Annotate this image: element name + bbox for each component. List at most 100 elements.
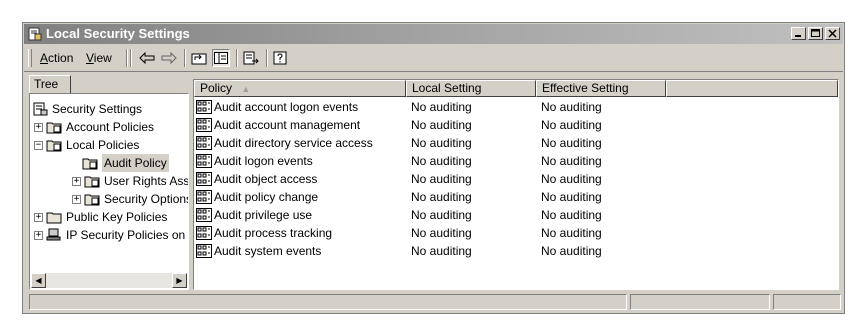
tree-item-label: IP Security Policies on Local Machine (66, 228, 188, 242)
show-hide-tree-button[interactable] (212, 49, 230, 67)
back-arrow-icon (139, 52, 155, 64)
export-list-button[interactable] (242, 49, 260, 67)
tree-item-security-settings[interactable]: Security Settings (32, 100, 142, 118)
table-row[interactable]: Audit account logon events No auditing No … (194, 98, 838, 116)
effective-setting-cell: No auditing (541, 100, 602, 114)
tree-item-account-policies[interactable]: + Account Policies (34, 118, 154, 136)
back-button[interactable] (138, 49, 156, 67)
table-row[interactable]: Audit directory service access No auditin… (194, 134, 838, 152)
forward-button[interactable] (160, 49, 178, 67)
status-panel-2 (630, 294, 770, 310)
effective-setting-cell: No auditing (541, 136, 602, 150)
audit-policy-icon (196, 208, 212, 222)
tree-item-label: User Rights Assignment (104, 174, 189, 188)
policy-folder-icon (84, 194, 100, 206)
policy-name-cell: Audit directory service access (214, 136, 373, 150)
scroll-right-button[interactable]: ▶ (172, 273, 187, 288)
expand-icon[interactable]: + (72, 194, 81, 204)
up-one-level-button[interactable] (190, 49, 208, 67)
column-header-local-setting[interactable]: Local Setting (406, 80, 536, 97)
local-setting-cell: No auditing (411, 172, 472, 186)
effective-setting-cell: No auditing (541, 118, 602, 132)
table-row[interactable]: Audit logon events No auditing No auditing (194, 152, 838, 170)
toolbar-separator (266, 49, 268, 67)
menu-action[interactable]: Action (40, 51, 73, 65)
tree-item-label: Account Policies (66, 120, 155, 134)
expand-icon[interactable]: + (34, 212, 43, 222)
collapse-icon[interactable]: − (34, 140, 43, 150)
close-icon (828, 29, 837, 38)
sort-ascending-icon: ▲ (241, 84, 251, 94)
local-setting-cell: No auditing (411, 208, 472, 222)
status-panel-3 (773, 294, 841, 310)
audit-policy-icon (196, 190, 212, 204)
status-bar (29, 294, 841, 310)
menu-view-mnemonic: V (86, 51, 94, 65)
menu-toolbar: Action View (24, 45, 843, 72)
expand-icon[interactable]: + (34, 230, 43, 240)
folder-icon (46, 212, 62, 224)
column-header-policy[interactable]: Policy ▲ (194, 80, 406, 97)
window-title: Local Security Settings (46, 26, 190, 41)
effective-setting-cell: No auditing (541, 226, 602, 240)
menu-view-rest: iew (93, 51, 112, 65)
menu-view[interactable]: View (86, 51, 112, 65)
maximize-button[interactable] (808, 27, 823, 40)
audit-policy-icon (196, 244, 212, 258)
policy-folder-icon (46, 140, 62, 152)
forward-arrow-icon (161, 52, 177, 64)
toolbar-separator (184, 49, 186, 67)
menu-action-rest: ction (48, 51, 74, 65)
policy-name-cell: Audit policy change (214, 190, 319, 204)
expand-icon[interactable]: + (34, 122, 43, 132)
security-settings-icon (33, 102, 48, 116)
audit-policy-icon (196, 118, 212, 132)
title-bar[interactable]: Local Security Settings (24, 24, 843, 44)
policy-name-cell: Audit account management (214, 118, 361, 132)
help-button[interactable] (272, 49, 290, 67)
column-header-label: Policy (200, 81, 233, 95)
tree-horizontal-scrollbar[interactable]: ◀ ▶ (31, 273, 187, 288)
table-row[interactable]: Audit process tracking No auditing No audi… (194, 224, 838, 242)
policy-name-cell: Audit logon events (214, 154, 313, 168)
tree-item-label: Public Key Policies (66, 210, 168, 224)
table-row[interactable]: Audit privilege use No auditing No auditin… (194, 206, 838, 224)
minimize-button[interactable] (791, 27, 806, 40)
policy-name-cell: Audit system events (214, 244, 322, 258)
toolbar-separator (236, 49, 238, 67)
tab-tree[interactable]: Tree (29, 75, 71, 94)
local-setting-cell: No auditing (411, 136, 472, 150)
tree-item-local-policies[interactable]: − Local Policies (34, 136, 139, 154)
tree-item-label: Audit Policy (102, 154, 169, 172)
tree-item-security-options[interactable]: + Security Options (72, 190, 188, 208)
ip-security-computer-icon (46, 228, 61, 241)
policy-name-cell: Audit account logon events (214, 100, 359, 114)
table-row[interactable]: Audit object access No auditing No auditin… (194, 170, 838, 188)
tree-item-user-rights[interactable]: + User Rights Assignment (72, 172, 189, 190)
effective-setting-cell: No auditing (541, 172, 602, 186)
toolbar-grip[interactable] (28, 49, 32, 67)
scroll-left-button[interactable]: ◀ (31, 273, 46, 288)
table-row[interactable]: Audit system events No auditing No auditin… (194, 242, 838, 260)
local-setting-cell: No auditing (411, 118, 472, 132)
policy-name-cell: Audit object access (214, 172, 318, 186)
effective-setting-cell: No auditing (541, 190, 602, 204)
expand-icon[interactable]: + (72, 176, 81, 186)
close-button[interactable] (825, 27, 840, 40)
tree-item-public-key-policies[interactable]: + Public Key Policies (34, 208, 167, 226)
effective-setting-cell: No auditing (541, 154, 602, 168)
table-row[interactable]: Audit account management No auditing No au… (194, 116, 838, 134)
help-icon (273, 51, 287, 65)
column-header-effective-setting[interactable]: Effective Setting (536, 80, 666, 97)
show-hide-tree-icon (214, 52, 228, 64)
local-setting-cell: No auditing (411, 244, 472, 258)
minimize-icon (795, 35, 801, 37)
audit-policy-icon (196, 226, 212, 240)
audit-policy-icon (196, 136, 212, 150)
tree-item-audit-policy[interactable]: Audit Policy (82, 154, 169, 172)
local-setting-cell: No auditing (411, 154, 472, 168)
policy-folder-icon (46, 122, 62, 134)
table-row[interactable]: Audit policy change No auditing No auditin… (194, 188, 838, 206)
status-panel-main (29, 294, 627, 310)
tree-item-ip-security-policies[interactable]: + IP Security Policies on Local Machine (34, 226, 188, 244)
